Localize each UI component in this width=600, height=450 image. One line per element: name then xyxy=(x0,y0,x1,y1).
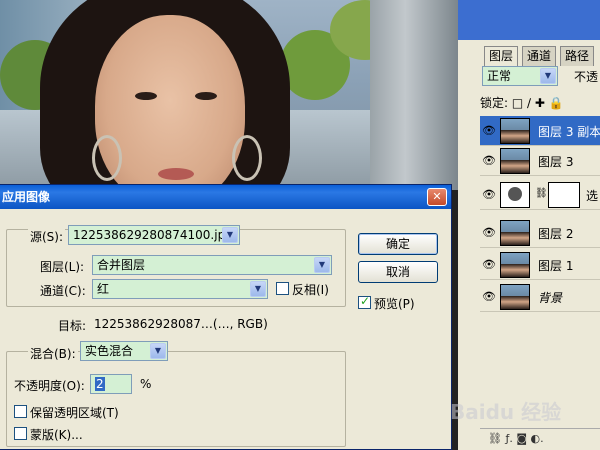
preserve-transparency-label[interactable]: 保留透明区域(T) xyxy=(30,404,119,421)
source-select[interactable]: 122538629280874100.jpg ▼ xyxy=(68,225,240,245)
layer-row[interactable]: 👁 ⛓ 选 xyxy=(480,180,600,210)
ok-button[interactable]: 确定 xyxy=(358,233,438,255)
eye-icon[interactable]: 👁 xyxy=(482,258,496,271)
preview-label[interactable]: 预览(P) xyxy=(374,295,415,312)
lock-row: 锁定: □ ∕ ✚ 🔒 xyxy=(480,94,564,111)
adjustment-layer-icon xyxy=(500,182,530,208)
layer-label: 图层(L): xyxy=(40,260,85,274)
dialog-title: 应用图像 xyxy=(2,190,51,204)
mask-checkbox[interactable] xyxy=(14,427,27,440)
invert-checkbox[interactable] xyxy=(276,282,289,295)
tab-layers[interactable]: 图层 xyxy=(484,46,519,66)
channel-label: 通道(C): xyxy=(40,284,86,298)
chevron-down-icon[interactable]: ▼ xyxy=(250,281,266,297)
eye-icon[interactable]: 👁 xyxy=(482,290,496,303)
layers-panel: 图层 通道 路径 正常 ▼ 不透 锁定: □ ∕ ✚ 🔒 👁 图层 3 副本 👁… xyxy=(458,0,600,450)
channel-select[interactable]: 红 ▼ xyxy=(92,279,268,299)
layer-opacity-label: 不透 xyxy=(574,70,599,84)
layer-thumbnail xyxy=(500,118,530,144)
layer-name: 图层 2 xyxy=(538,227,574,241)
channel-value: 红 xyxy=(97,282,110,296)
preview-checkbox[interactable] xyxy=(358,294,371,309)
layer-row[interactable]: 👁 背景 xyxy=(480,282,600,312)
layer-name: 图层 3 xyxy=(538,155,574,169)
cancel-button[interactable]: 取消 xyxy=(358,261,438,283)
layer-thumbnail xyxy=(500,284,530,310)
blending-select[interactable]: 实色混合 ▼ xyxy=(80,341,168,361)
layer-thumbnail xyxy=(500,148,530,174)
layer-name: 图层 3 副本 xyxy=(538,125,600,139)
mask-label[interactable]: 蒙版(K)... xyxy=(30,426,83,443)
blending-label: 混合(B): xyxy=(28,345,78,362)
opacity-value: 2 xyxy=(95,377,105,391)
chevron-down-icon[interactable]: ▼ xyxy=(314,257,330,273)
layer-row[interactable]: 👁 图层 2 xyxy=(480,218,600,248)
chevron-down-icon[interactable]: ▼ xyxy=(150,343,166,359)
chevron-down-icon[interactable]: ▼ xyxy=(540,68,556,84)
opacity-label: 不透明度(O): xyxy=(14,379,85,393)
tab-channels[interactable]: 通道 xyxy=(522,46,557,66)
layer-name: 图层 1 xyxy=(538,259,574,273)
target-label: 目标: xyxy=(58,319,87,333)
watermark: Baidu 经验 xyxy=(450,400,562,424)
dialog-titlebar[interactable]: 应用图像 ✕ xyxy=(0,185,451,209)
layer-row[interactable]: 👁 图层 3 xyxy=(480,146,600,176)
layer-row[interactable]: 👁 图层 3 副本 xyxy=(480,116,600,146)
opacity-unit: % xyxy=(140,377,152,391)
portrait-lips xyxy=(158,168,194,180)
panel-header xyxy=(458,0,600,40)
preserve-transparency-checkbox[interactable] xyxy=(14,405,27,418)
eye-icon[interactable]: 👁 xyxy=(482,188,496,201)
portrait-eye xyxy=(135,92,157,100)
portrait-earring xyxy=(232,135,262,181)
apply-image-dialog: 应用图像 ✕ 源(S): 122538629280874100.jpg ▼ 图层… xyxy=(0,184,452,450)
photo-canvas[interactable] xyxy=(0,0,458,190)
source-value: 122538629280874100.jpg xyxy=(73,228,233,242)
layer-blend-mode-select[interactable]: 正常 ▼ xyxy=(482,66,558,86)
lock-label: 锁定: xyxy=(480,96,509,110)
eye-icon[interactable]: 👁 xyxy=(482,226,496,239)
chevron-down-icon[interactable]: ▼ xyxy=(222,227,238,243)
layer-row[interactable]: 👁 图层 1 xyxy=(480,250,600,280)
lock-icons[interactable]: □ ∕ ✚ 🔒 xyxy=(512,96,564,110)
portrait-eye xyxy=(195,92,217,100)
target-value: 12253862928087…(…, RGB) xyxy=(94,317,268,331)
blend-mode-value: 正常 xyxy=(487,69,512,83)
layer-select[interactable]: 合并图层 ▼ xyxy=(92,255,332,275)
source-label: 源(S): xyxy=(28,228,66,245)
close-icon[interactable]: ✕ xyxy=(427,188,447,206)
link-icon: ⛓ xyxy=(535,188,548,199)
layer-value: 合并图层 xyxy=(97,258,146,272)
tab-paths[interactable]: 路径 xyxy=(560,46,595,66)
blending-value: 实色混合 xyxy=(85,344,134,358)
layer-name: 背景 xyxy=(538,291,563,305)
eye-icon[interactable]: 👁 xyxy=(482,154,496,167)
invert-label[interactable]: 反相(I) xyxy=(292,281,329,298)
layer-thumbnail xyxy=(500,220,530,246)
layer-mask-thumbnail xyxy=(548,182,580,208)
layer-thumbnail xyxy=(500,252,530,278)
opacity-input[interactable]: 2 xyxy=(90,374,132,394)
portrait-earring xyxy=(92,135,122,181)
layer-name: 选 xyxy=(586,189,599,203)
background-pillar xyxy=(370,0,458,190)
eye-icon[interactable]: 👁 xyxy=(482,124,496,137)
panel-bottom-toolbar[interactable]: ⛓ ƒ. ◙ ◐. xyxy=(480,428,600,450)
